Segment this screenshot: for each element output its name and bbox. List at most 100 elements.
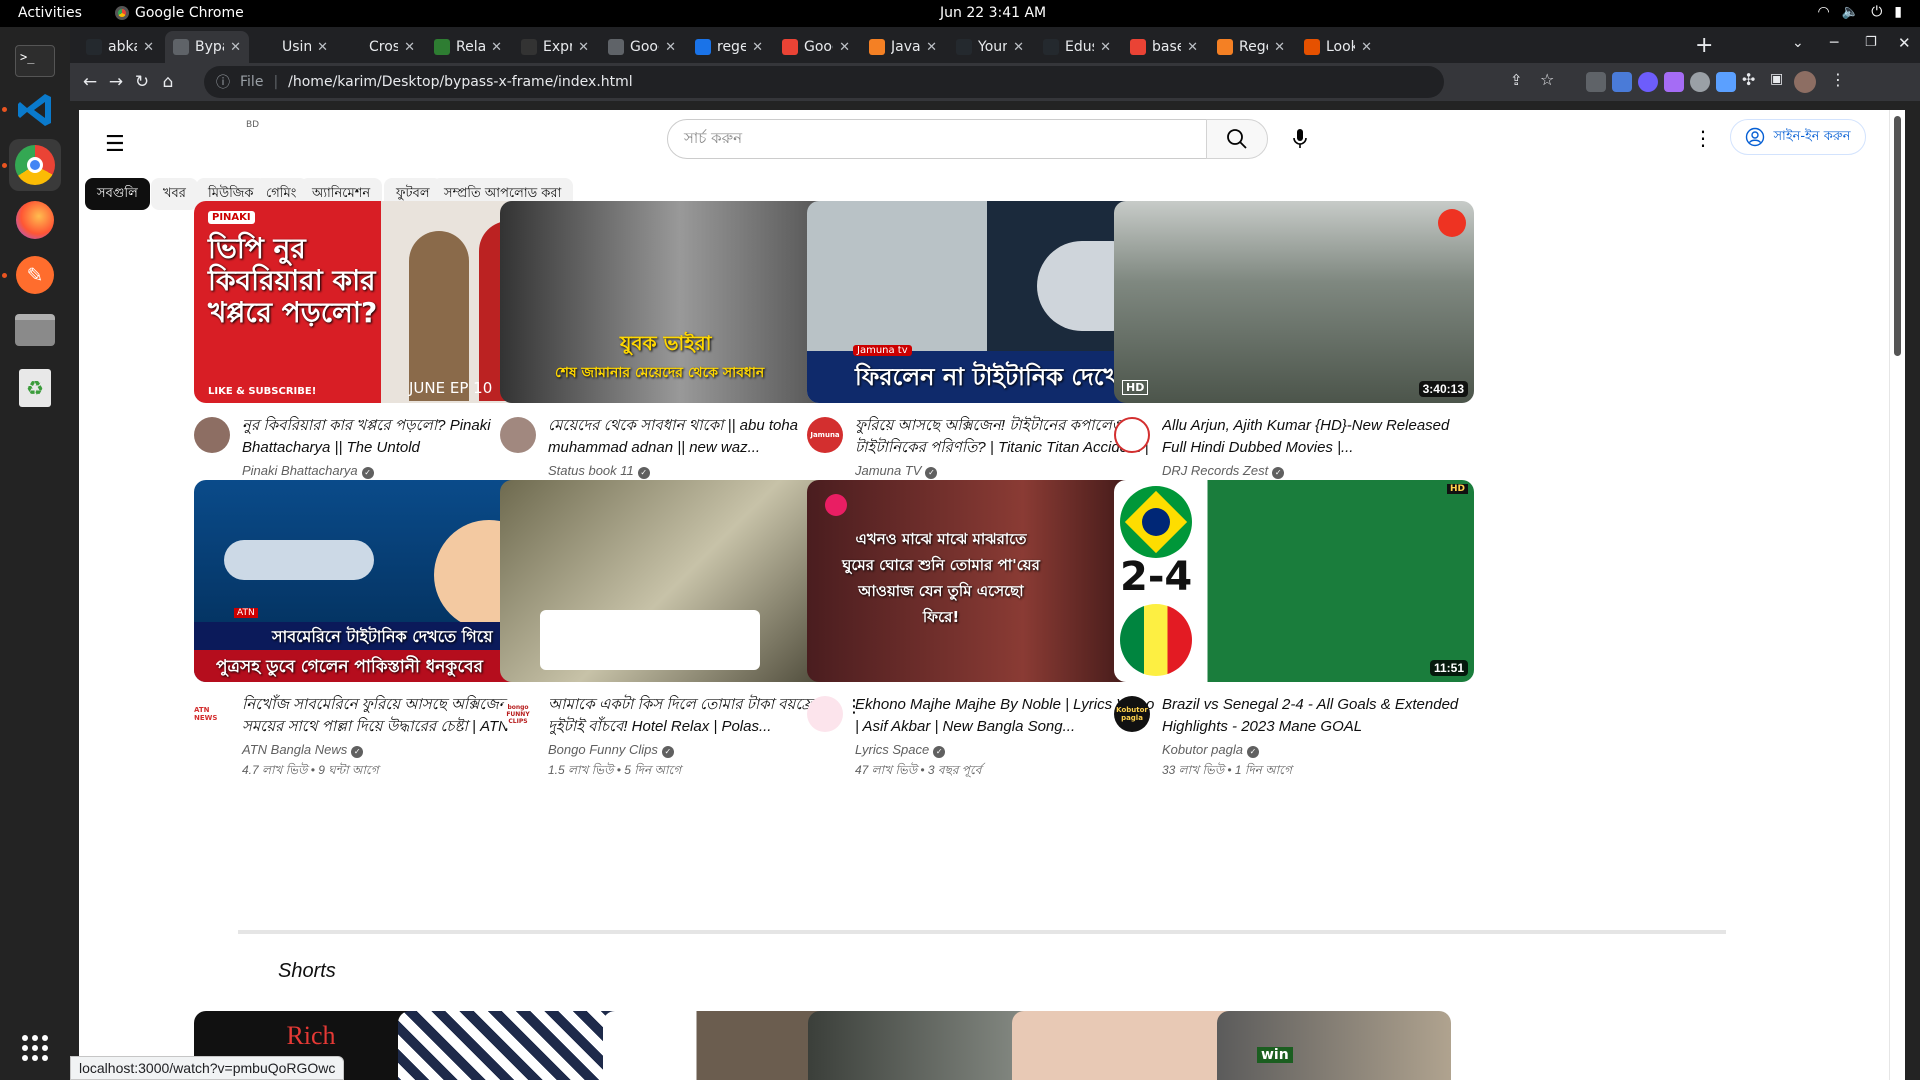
tab-close-icon[interactable]: ✕ [1100,40,1111,55]
tab-close-icon[interactable]: ✕ [1274,40,1285,55]
video-card[interactable]: HD 3:40:13 Allu Arjun, Ajith Kumar {HD}-Ne… [1114,201,1474,498]
tab-4[interactable]: Relativ ✕ [426,31,510,63]
settings-kebab-icon[interactable]: ⋮ [1693,126,1713,150]
chip-1[interactable]: খবর [151,178,198,210]
chip-0[interactable]: সবগুলি [85,178,150,210]
new-tab-button[interactable]: + [1695,33,1713,58]
home-icon[interactable]: ⌂ [156,70,180,94]
channel-name[interactable]: Status book 11 ✓ [548,463,650,479]
hamburger-menu-icon[interactable]: ☰ [105,132,125,157]
video-title[interactable]: Allu Arjun, Ajith Kumar {HD}-New Release… [1162,415,1462,459]
channel-avatar[interactable] [807,696,843,732]
tab-1[interactable]: Bypass ✕ [165,31,249,63]
chrome-menu-icon[interactable]: ⋮ [1830,70,1846,89]
short-card[interactable] [603,1011,837,1080]
activities-button[interactable]: Activities [18,5,82,21]
tab-close-icon[interactable]: ✕ [926,40,937,55]
share-icon[interactable]: ⇪ [1510,71,1523,89]
channel-avatar[interactable] [194,417,230,453]
minimize-icon[interactable]: ─ [1830,35,1838,51]
extension-icon[interactable] [1638,72,1658,92]
active-app-menu[interactable]: Google Chrome [115,5,244,21]
tab-11[interactable]: Edustu ✕ [1035,31,1119,63]
video-card[interactable]: ◷3:10 bongo FUNNY CLIPS আমাকে একটা কিস দিল… [500,480,863,777]
tab-close-icon[interactable]: ✕ [143,40,154,55]
video-title[interactable]: মেয়েদের থেকে সাবধান থাকো || abu toha mu… [548,415,848,459]
short-card[interactable] [1012,1011,1246,1080]
tab-13[interactable]: Regex ✕ [1209,31,1293,63]
extension-icon[interactable] [1664,72,1684,92]
color-picker-icon[interactable]: ✎ [9,249,61,301]
close-window-icon[interactable]: ✕ [1898,34,1911,52]
channel-avatar[interactable]: Kobutor pagla [1114,696,1150,732]
tab-5[interactable]: Expre ✕ [513,31,597,63]
video-thumbnail[interactable]: এখনও মাঝে মাঝে মাঝরাতে ঘুমের ঘোরে শুনি ত… [807,480,1167,682]
tab-close-icon[interactable]: ✕ [491,40,502,55]
side-panel-icon[interactable]: ▣ [1770,71,1783,87]
tab-10[interactable]: Your R ✕ [948,31,1032,63]
tab-9[interactable]: Javasc ✕ [861,31,945,63]
tab-8[interactable]: Googl ✕ [774,31,858,63]
tab-0[interactable]: abkari ✕ [78,31,162,63]
chrome-dock-icon[interactable] [9,139,61,191]
tab-search-icon[interactable]: ⌄ [1792,35,1804,51]
video-thumbnail[interactable]: ◷3:10 [500,480,860,682]
trash-icon[interactable]: ♻ [9,362,61,414]
tab-close-icon[interactable]: ✕ [1013,40,1024,55]
firefox-icon[interactable] [9,194,61,246]
tab-close-icon[interactable]: ✕ [665,40,676,55]
video-title[interactable]: ফুরিয়ে আসছে অক্সিজেন! টাইটানের কপালেও ট… [855,415,1155,459]
forward-icon[interactable]: → [104,70,128,94]
search-button[interactable] [1206,119,1268,159]
clock[interactable]: Jun 22 3:41 AM [940,5,1046,21]
signin-button[interactable]: সাইন-ইন করুন [1730,119,1866,155]
back-icon[interactable]: ← [78,70,102,94]
channel-name[interactable]: Lyrics Space ✓ [855,742,946,758]
channel-avatar[interactable] [500,417,536,453]
tab-12[interactable]: base u ✕ [1122,31,1206,63]
tab-close-icon[interactable]: ✕ [839,40,850,55]
short-card[interactable]: win [1217,1011,1451,1080]
tab-close-icon[interactable]: ✕ [317,40,328,55]
tab-close-icon[interactable]: ✕ [752,40,763,55]
video-thumbnail[interactable]: HD 3:40:13 [1114,201,1474,403]
video-card[interactable]: যুবক ভাইরা শেষ জামানার মেয়েদের থেকে সাবধ… [500,201,860,498]
files-icon[interactable] [9,304,61,356]
profile-avatar[interactable] [1794,71,1816,93]
extensions-puzzle-icon[interactable]: ✣ [1742,70,1755,89]
reload-icon[interactable]: ↻ [130,70,154,94]
tab-close-icon[interactable]: ✕ [578,40,589,55]
channel-name[interactable]: Pinaki Bhattacharya ✓ [242,463,374,479]
terminal-icon[interactable]: >_ [9,35,61,87]
video-title[interactable]: Ekhono Majhe Majhe By Noble | Lyrics Vid… [855,694,1155,738]
channel-avatar[interactable]: ATN NEWS [194,696,230,732]
tab-close-icon[interactable]: ✕ [1361,40,1372,55]
extension-icon[interactable] [1690,72,1710,92]
channel-name[interactable]: Kobutor pagla ✓ [1162,742,1259,758]
extension-icon[interactable] [1586,72,1606,92]
show-apps-icon[interactable] [9,1022,61,1074]
short-card[interactable] [808,1011,1042,1080]
video-thumbnail[interactable]: 2-4 HD 11:51 [1114,480,1474,682]
video-title[interactable]: নিখোঁজ সাবমেরিনে ফুরিয়ে আসছে অক্সিজেন |… [242,694,542,738]
tab-14[interactable]: Looka ✕ [1296,31,1380,63]
video-card[interactable]: ফিরলেন না টাইটানিক দেখে!Jamuna tv2:41Jam… [807,201,1167,498]
channel-name[interactable]: DRJ Records Zest ✓ [1162,463,1285,479]
scrollbar-thumb[interactable] [1894,116,1901,356]
short-card[interactable] [398,1011,632,1080]
channel-avatar[interactable]: bongo FUNNY CLIPS [500,696,536,732]
video-thumbnail[interactable]: যুবক ভাইরা শেষ জামানার মেয়েদের থেকে সাবধ… [500,201,860,403]
vscode-icon[interactable] [9,84,61,136]
omnibox[interactable]: ⓘ File | /home/karim/Desktop/bypass-x-fr… [204,66,1444,98]
bookmark-star-icon[interactable]: ☆ [1540,70,1554,89]
restore-icon[interactable]: ❐ [1865,35,1877,50]
tab-close-icon[interactable]: ✕ [404,40,415,55]
tab-3[interactable]: Cross- ✕ [339,31,423,63]
video-card[interactable]: এখনও মাঝে মাঝে মাঝরাতে ঘুমের ঘোরে শুনি ত… [807,480,1167,777]
tab-close-icon[interactable]: ✕ [1187,40,1198,55]
tab-2[interactable]: Using ✕ [252,31,336,63]
channel-name[interactable]: ATN Bangla News ✓ [242,742,364,758]
tab-close-icon[interactable]: ✕ [230,40,241,55]
search-input[interactable]: সার্চ করুন [667,119,1207,159]
page-scrollbar[interactable] [1889,110,1905,1080]
